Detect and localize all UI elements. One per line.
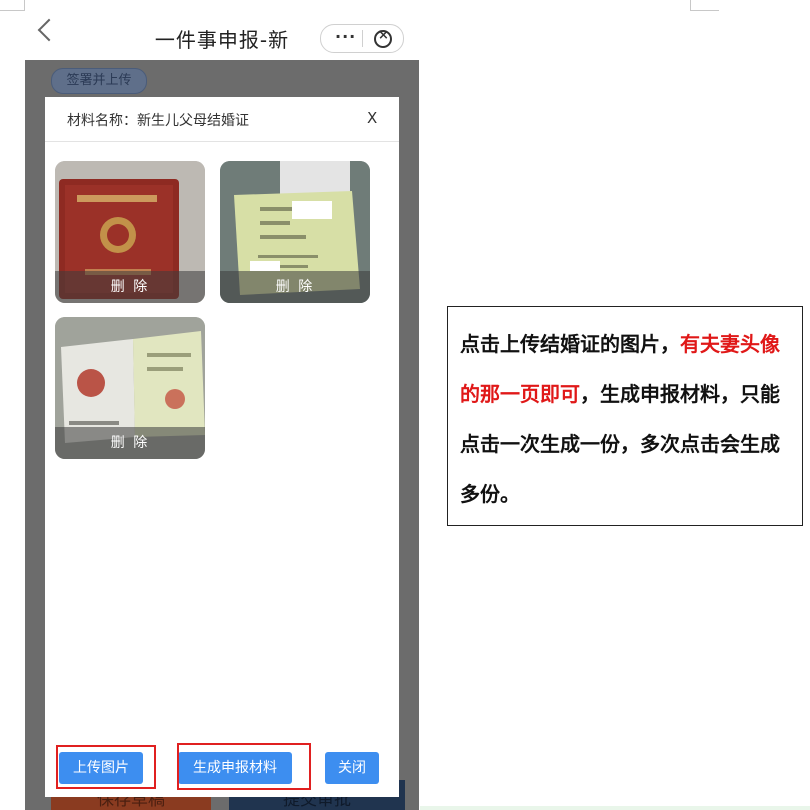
bottom-edge-strip (420, 806, 810, 810)
instruction-text: 点击上传结婚证的图片，有夫妻头像的那一页即可，生成申报材料，只能点击一次生成一份… (460, 319, 796, 519)
page-corner-mark (0, 0, 25, 11)
material-name-label: 材料名称：新生儿父母结婚证 (67, 113, 249, 129)
close-circle-icon[interactable] (374, 28, 392, 48)
mini-program-capsule: ··· (320, 24, 404, 53)
delete-button[interactable]: 删 除 (55, 427, 205, 459)
material-modal: 材料名称：新生儿父母结婚证 X 删 除 删 除 删 除 上传图片 生成申报材料 … (45, 97, 399, 797)
highlight-box-upload (56, 745, 156, 789)
modal-close-x-button[interactable]: X (367, 109, 377, 127)
title-bar: 一件事申报-新 ··· (25, 0, 419, 60)
phone-screen: 一件事申报-新 ··· 签署并上传 保存草稿 提交审批 材料名称：新生儿父母结婚… (25, 0, 419, 810)
certificate-thumbnail[interactable]: 删 除 (55, 317, 205, 459)
certificate-thumbnail[interactable]: 删 除 (55, 161, 205, 303)
more-icon[interactable]: ··· (335, 27, 356, 46)
delete-button[interactable]: 删 除 (55, 271, 205, 303)
highlight-box-generate (177, 743, 311, 790)
page-corner-mark (690, 0, 719, 11)
close-modal-button[interactable]: 关闭 (325, 752, 379, 784)
capsule-divider (362, 30, 363, 47)
sign-upload-button[interactable]: 签署并上传 (51, 68, 147, 94)
delete-button[interactable]: 删 除 (220, 271, 370, 303)
modal-header: 材料名称：新生儿父母结婚证 X (45, 97, 399, 142)
certificate-thumbnail[interactable]: 删 除 (220, 161, 370, 303)
instruction-part1: 点击上传结婚证的图片， (460, 332, 680, 356)
instruction-callout: 点击上传结婚证的图片，有夫妻头像的那一页即可，生成申报材料，只能点击一次生成一份… (447, 306, 803, 526)
